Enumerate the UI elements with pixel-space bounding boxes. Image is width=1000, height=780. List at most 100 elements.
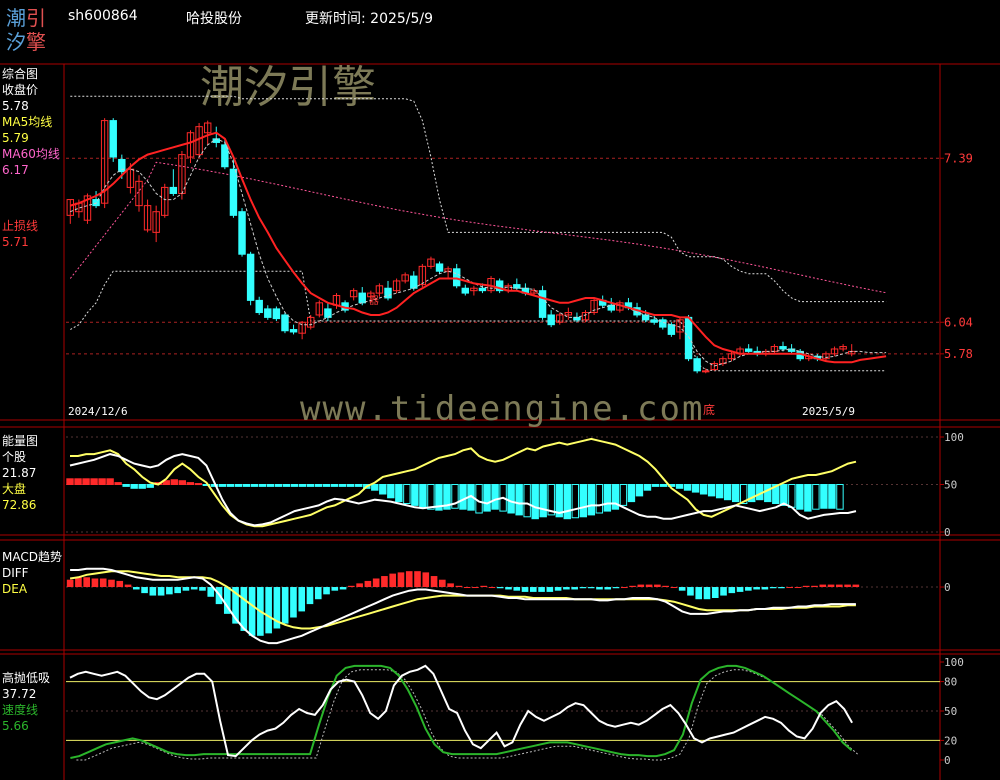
logo-char: 汐	[6, 30, 26, 54]
macd-bar	[339, 587, 347, 590]
energy-bar	[483, 484, 491, 512]
candle-body	[358, 292, 366, 304]
candle-body	[169, 186, 178, 194]
tide-engine-chart: 潮汐引擎 www.tideengine.com 7.39 6.04 5.78 100 5…	[0, 62, 1000, 780]
signal-title: 高抛低吸	[2, 671, 51, 685]
stop-label: 止损线	[2, 219, 39, 233]
energy-bar	[804, 484, 812, 512]
macd-bar	[199, 587, 206, 591]
lower-band-line	[70, 270, 887, 372]
energy-bar	[98, 478, 106, 485]
macd-bar	[513, 587, 521, 591]
macd-bar	[563, 587, 570, 590]
macd-bar	[141, 587, 148, 594]
candle-body	[264, 308, 272, 318]
macd-bar	[356, 583, 363, 588]
energy-bar	[114, 482, 122, 486]
energy-bar	[403, 484, 411, 504]
macd-bar	[836, 584, 843, 588]
macd-bar	[571, 587, 578, 590]
macd-title: MACD趋势	[2, 550, 62, 564]
energy-bar	[427, 484, 435, 510]
logo-char: 引	[26, 6, 46, 30]
energy-bar	[186, 482, 195, 486]
macd-bar	[645, 584, 653, 588]
macd-bar	[811, 585, 818, 588]
macd-bar	[728, 587, 736, 594]
macd-bar	[670, 587, 678, 589]
macd-bar	[554, 587, 562, 591]
macd-bar	[132, 587, 140, 590]
macd-tick-label: 0	[944, 581, 951, 594]
energy-bar	[595, 484, 604, 514]
energy-bar	[796, 484, 804, 510]
right-axis-ticks: 7.39 6.04 5.78 100 50 0 0 100 80 50 20 0	[940, 151, 973, 767]
energy-bar	[419, 484, 427, 508]
energy-bar	[258, 484, 267, 487]
macd-bar	[381, 576, 388, 588]
signal-panel	[66, 664, 940, 761]
energy-bar	[90, 478, 98, 485]
close-value: 5.78	[2, 99, 29, 113]
energy-bar	[347, 484, 355, 487]
macd-bar	[695, 587, 703, 600]
macd-bar	[447, 583, 454, 588]
signal-tick-label: 50	[944, 705, 957, 718]
main-candlestick-panel	[66, 95, 940, 374]
energy-bar	[731, 484, 740, 503]
macd-bar	[348, 585, 355, 588]
energy-bar	[764, 484, 772, 503]
signal-speed-label: 速度线	[2, 703, 39, 717]
energy-bar	[282, 484, 291, 487]
energy-bar	[234, 484, 243, 487]
energy-bar	[531, 484, 539, 520]
candle-body	[410, 275, 418, 289]
macd-bar	[604, 587, 612, 590]
macd-bar	[496, 587, 504, 589]
energy-bar	[82, 478, 90, 485]
stock-symbol: sh600864	[68, 8, 138, 24]
macd-bar	[314, 587, 322, 600]
macd-bar	[422, 572, 430, 588]
speed-signal-dotted-line	[76, 669, 858, 761]
energy-bar	[515, 484, 523, 516]
energy-bar	[812, 484, 820, 510]
signal-tick-label: 20	[944, 734, 957, 747]
energy-bar	[226, 484, 235, 487]
macd-bar	[116, 580, 124, 588]
candle-body	[229, 168, 238, 216]
stop-value: 5.71	[2, 235, 29, 249]
macd-bar	[794, 587, 802, 589]
start-date: 2024/12/6	[68, 405, 128, 418]
macd-bar	[190, 587, 198, 590]
macd-bar	[546, 587, 554, 592]
macd-bar	[331, 587, 339, 591]
macd-bar	[298, 587, 306, 612]
candle-body	[538, 290, 547, 318]
candle-body	[641, 314, 650, 321]
macd-bar	[91, 578, 99, 588]
macd-bar	[521, 587, 529, 592]
macd-bar	[364, 580, 372, 588]
candle-body	[461, 287, 470, 294]
dea-line	[69, 570, 856, 630]
energy-tick-label: 100	[944, 431, 964, 444]
macd-bar	[802, 585, 810, 588]
ma60-label: MA60均线	[2, 147, 60, 161]
energy-bar	[306, 484, 315, 487]
energy-bar	[579, 484, 588, 518]
energy-bar	[330, 484, 339, 487]
macd-bar	[687, 587, 694, 596]
energy-bar	[387, 484, 395, 499]
macd-bar	[306, 587, 314, 605]
energy-bar	[459, 484, 467, 510]
energy-bar	[683, 484, 692, 491]
macd-bar	[149, 587, 157, 596]
brand-watermark: 潮汐引擎	[200, 62, 376, 113]
macd-bar	[439, 579, 446, 588]
candle-body	[289, 329, 298, 333]
energy-bar	[836, 484, 844, 510]
energy-bar	[218, 484, 227, 487]
macd-bar	[265, 587, 272, 634]
macd-bar	[389, 573, 397, 588]
